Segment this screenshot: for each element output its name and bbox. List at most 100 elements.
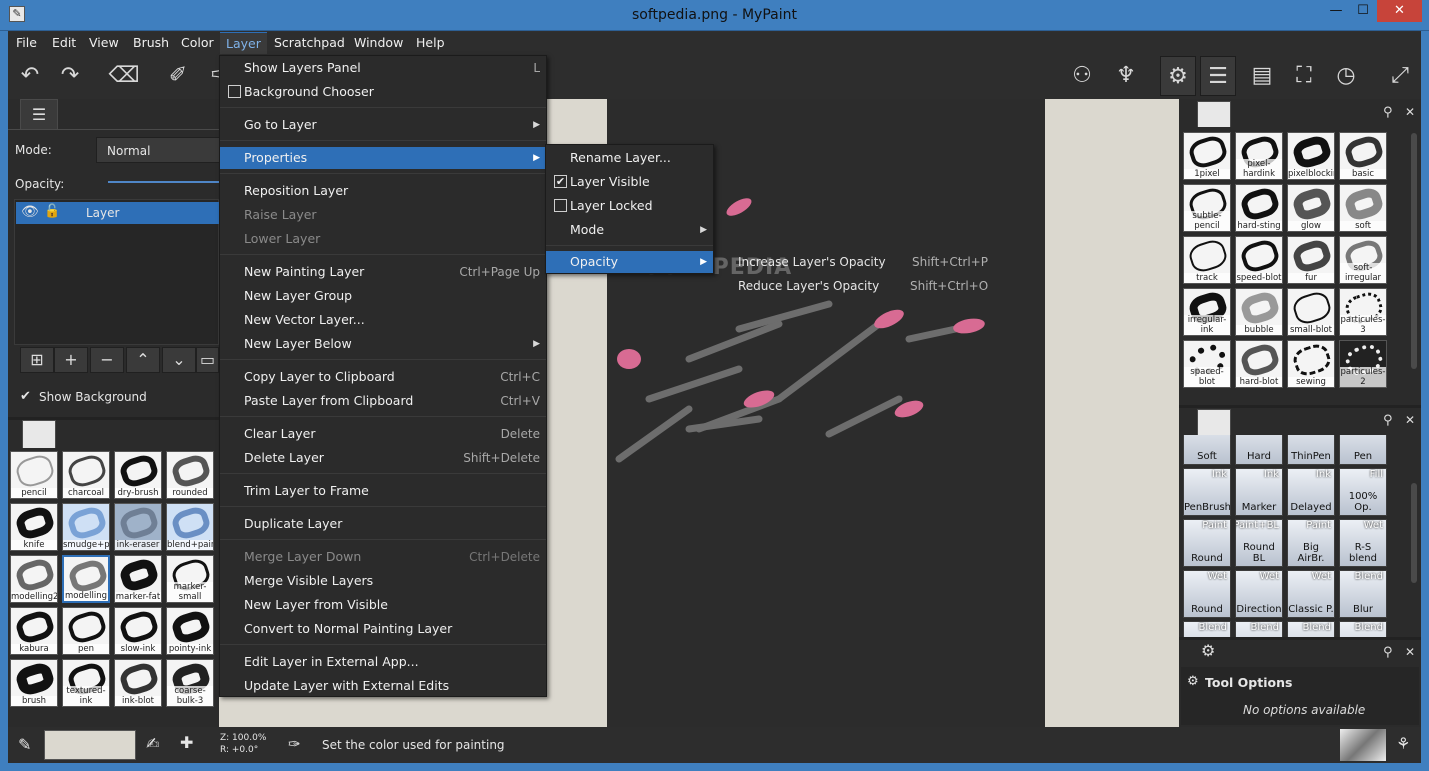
- layer-properties-button[interactable]: ▭: [196, 347, 219, 373]
- fullscreen-icon[interactable]: ⤢: [1382, 56, 1418, 96]
- close-button[interactable]: ✕: [1377, 0, 1422, 22]
- preset-delayed[interactable]: Ink Delayed: [1287, 468, 1335, 516]
- brush-small-blot[interactable]: small-blot: [1287, 288, 1335, 336]
- brush-fur[interactable]: fur: [1287, 236, 1335, 284]
- dock-options-icon-3[interactable]: ⚲: [1383, 645, 1393, 660]
- menu-layer[interactable]: Layer: [220, 32, 267, 54]
- brush-hard-blot[interactable]: hard-blot: [1235, 340, 1283, 388]
- color-swatch[interactable]: [44, 730, 136, 760]
- menu-item-new-layer-below[interactable]: New Layer Below ▶: [220, 333, 546, 355]
- menu-item-duplicate-layer[interactable]: Duplicate Layer: [220, 513, 546, 535]
- preset-blend-1[interactable]: Blend: [1183, 621, 1231, 637]
- brush-blend-paint[interactable]: blend+paint: [166, 503, 214, 551]
- submenu-opacity[interactable]: Opacity ▶: [546, 251, 713, 273]
- undo-icon[interactable]: ↶: [12, 56, 48, 96]
- menu-item-background-chooser[interactable]: Background Chooser: [220, 81, 546, 103]
- submenu-rename-layer[interactable]: Rename Layer...: [546, 147, 713, 169]
- menu-item-reposition-layer[interactable]: Reposition Layer: [220, 180, 546, 202]
- menu-item-merge-visible[interactable]: Merge Visible Layers: [220, 570, 546, 592]
- menu-item-show-layers-panel[interactable]: Show Layers Panel L: [220, 57, 546, 79]
- layers-tab[interactable]: ☰: [20, 99, 58, 129]
- unlock-icon[interactable]: 🔓: [44, 204, 60, 219]
- brush-speed-blot[interactable]: speed-blot: [1235, 236, 1283, 284]
- brush-brush[interactable]: brush: [10, 659, 58, 707]
- brush-pixelblocking[interactable]: pixelblocking: [1287, 132, 1335, 180]
- preset-blur[interactable]: Blend Blur: [1339, 570, 1387, 618]
- brush-1pixel[interactable]: 1pixel: [1183, 132, 1231, 180]
- dock-close-icon-3[interactable]: ✕: [1405, 645, 1415, 659]
- brush-basic[interactable]: basic: [1339, 132, 1387, 180]
- menu-item-convert-to-normal[interactable]: Convert to Normal Painting Layer: [220, 618, 546, 640]
- menu-color[interactable]: Color: [181, 35, 214, 50]
- brush-ink-eraser[interactable]: ink-eraser: [114, 503, 162, 551]
- brush-sewing[interactable]: sewing: [1287, 340, 1335, 388]
- redo-icon[interactable]: ↷: [52, 56, 88, 96]
- brush-smudge-paint[interactable]: smudge+paint: [62, 503, 110, 551]
- preset-hard[interactable]: Hard: [1235, 435, 1283, 465]
- brush-glow[interactable]: glow: [1287, 184, 1335, 232]
- brush-ink-blot[interactable]: ink-blot: [114, 659, 162, 707]
- brush-modelling[interactable]: modelling: [62, 555, 110, 603]
- dock-options-icon[interactable]: ⚲: [1383, 105, 1393, 120]
- preset-paint-round[interactable]: Paint Round: [1183, 519, 1231, 567]
- opacity-slider[interactable]: [108, 181, 219, 183]
- layer-locked-checkbox[interactable]: [554, 199, 567, 212]
- settings-icon[interactable]: ⚙: [1160, 56, 1196, 96]
- remove-layer-button[interactable]: −: [90, 347, 124, 373]
- layer-row[interactable]: 👁 🔓 Layer: [16, 202, 220, 224]
- dock-options-icon-2[interactable]: ⚲: [1383, 413, 1393, 428]
- brush-bubble[interactable]: bubble: [1235, 288, 1283, 336]
- brush-kabura[interactable]: kabura: [10, 607, 58, 655]
- preset-classic-p[interactable]: Wet Classic P.: [1287, 570, 1335, 618]
- preset-wet-round[interactable]: Wet Round: [1183, 570, 1231, 618]
- preset-penbrush[interactable]: Ink PenBrush: [1183, 468, 1231, 516]
- color-wheel-icon[interactable]: ⚇: [1064, 56, 1100, 96]
- current-brush-preview[interactable]: [1340, 729, 1386, 761]
- background-chooser-checkbox[interactable]: [228, 85, 241, 98]
- brush-particules-2[interactable]: particules-2: [1339, 340, 1387, 388]
- preset-soft[interactable]: Soft: [1183, 435, 1231, 465]
- eraser-icon[interactable]: ⌫: [106, 56, 142, 96]
- right-scrollbar-top[interactable]: [1411, 133, 1417, 369]
- show-background-checkbox[interactable]: ✔: [20, 389, 31, 404]
- brush-pencil[interactable]: pencil: [10, 451, 58, 499]
- brush-spaced-blot[interactable]: spaced-blot: [1183, 340, 1231, 388]
- dock-close-icon-2[interactable]: ✕: [1405, 413, 1415, 427]
- tool-options-tab-icon[interactable]: ⚙: [1201, 641, 1215, 660]
- scratchpad-icon[interactable]: ▤: [1244, 56, 1280, 96]
- menu-item-paste-layer[interactable]: Paste Layer from Clipboard Ctrl+V: [220, 390, 546, 412]
- brush-slow-ink[interactable]: slow-ink: [114, 607, 162, 655]
- brush-group-tab-top[interactable]: [1197, 101, 1231, 127]
- submenu-increase-opacity[interactable]: Increase Layer's Opacity Shift+Ctrl+P: [714, 250, 992, 274]
- menu-item-new-vector-layer[interactable]: New Vector Layer...: [220, 309, 546, 331]
- menu-item-copy-layer[interactable]: Copy Layer to Clipboard Ctrl+C: [220, 366, 546, 388]
- brush-dry-brush[interactable]: dry-brush: [114, 451, 162, 499]
- brush-marker-small[interactable]: marker-small: [166, 555, 214, 603]
- layers-icon[interactable]: ☰: [1200, 56, 1236, 96]
- menu-item-trim-layer[interactable]: Trim Layer to Frame: [220, 480, 546, 502]
- menu-item-update-external[interactable]: Update Layer with External Edits: [220, 675, 546, 697]
- preset-round-bl[interactable]: Paint+BL Round BL: [1235, 519, 1283, 567]
- history-clock-icon[interactable]: ◷: [1328, 56, 1364, 96]
- brush-hard-sting[interactable]: hard-sting: [1235, 184, 1283, 232]
- preset-thinpen[interactable]: ThinPen: [1287, 435, 1335, 465]
- preset-pen[interactable]: Pen: [1339, 435, 1387, 465]
- menu-help[interactable]: Help: [416, 35, 445, 50]
- menu-item-edit-external[interactable]: Edit Layer in External App...: [220, 651, 546, 673]
- layer-visible-checkbox[interactable]: ✔: [554, 175, 567, 188]
- eyedropper-icon[interactable]: ✎: [18, 735, 31, 754]
- submenu-layer-visible[interactable]: ✔ Layer Visible: [546, 171, 713, 193]
- submenu-reduce-opacity[interactable]: Reduce Layer's Opacity Shift+Ctrl+O: [714, 274, 992, 298]
- fullscreen-frame-icon[interactable]: ⛶: [1286, 56, 1322, 96]
- brush-marker-fat[interactable]: marker-fat: [114, 555, 162, 603]
- menu-item-go-to-layer[interactable]: Go to Layer ▶: [220, 114, 546, 136]
- brush-irregular-ink[interactable]: irregular-ink: [1183, 288, 1231, 336]
- brush-subtle-pencil[interactable]: subtle-pencil: [1183, 184, 1231, 232]
- brush-modelling2[interactable]: modelling2: [10, 555, 58, 603]
- menu-item-new-painting-layer[interactable]: New Painting Layer Ctrl+Page Up: [220, 261, 546, 283]
- brush-coarse-bulk-3[interactable]: coarse-bulk-3: [166, 659, 214, 707]
- menu-item-delete-layer[interactable]: Delete Layer Shift+Delete: [220, 447, 546, 469]
- brush-particules-3[interactable]: particules-3: [1339, 288, 1387, 336]
- brush-group-tab[interactable]: [22, 420, 56, 448]
- brush-rounded[interactable]: rounded: [166, 451, 214, 499]
